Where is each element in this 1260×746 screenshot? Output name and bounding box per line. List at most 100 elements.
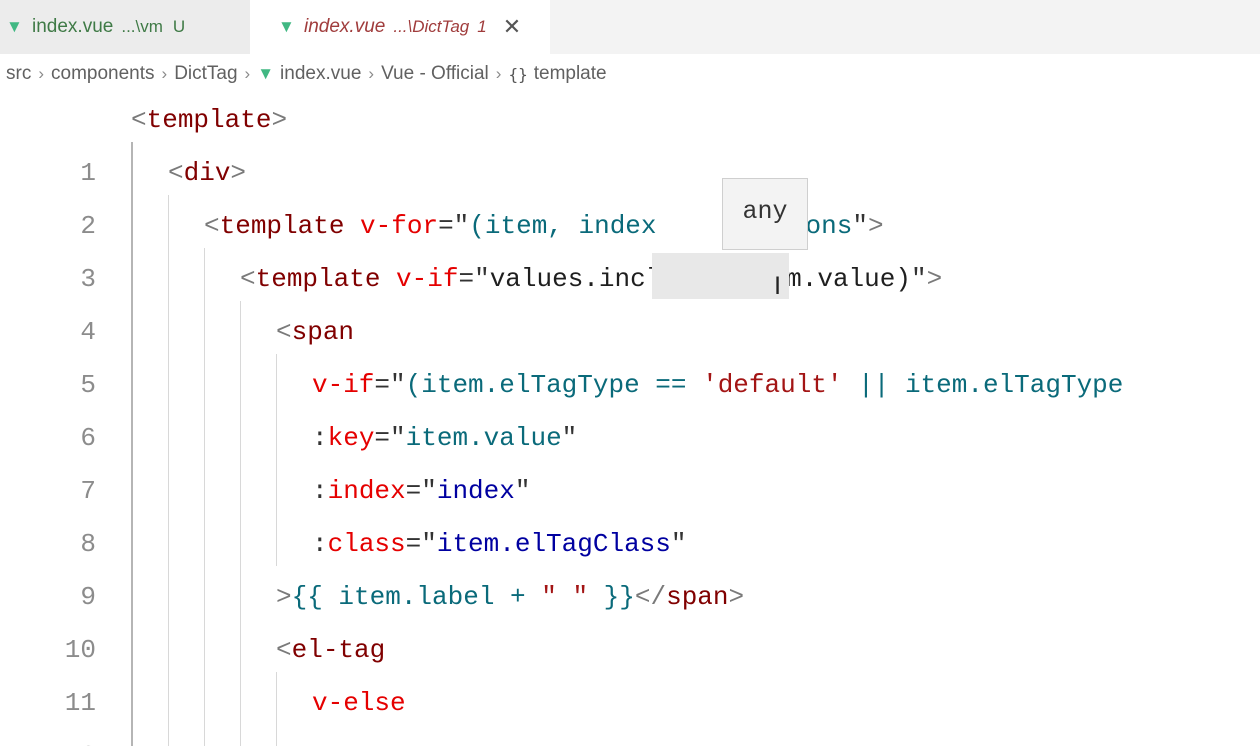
breadcrumb-item-file[interactable]: index.vue (280, 63, 361, 85)
tab-path: ...\DictTag (393, 17, 470, 36)
attr-equals: =" (438, 211, 470, 241)
tab-index-vue-dicttag[interactable]: ▼ index.vue ...\DictTag 1 ✕ (250, 0, 550, 54)
tag-bracket: > (271, 105, 288, 135)
tag-bracket: < (168, 158, 184, 188)
attr-name: index (327, 476, 406, 506)
tag-name: template (255, 264, 381, 294)
code-line[interactable]: 1 <template> (0, 94, 1260, 188)
code-text: <div> (168, 147, 246, 200)
code-line[interactable]: 2 <div> (0, 147, 1260, 241)
tag-bracket: > (728, 582, 745, 612)
tab-problem-badge: 1 (477, 17, 487, 36)
attr-equals: =" (374, 423, 406, 453)
attr-expression: index (436, 476, 515, 506)
tab-index-vue-vm[interactable]: ▼ index.vue ...\vm U (0, 0, 250, 54)
chevron-right-icon: › (244, 64, 251, 83)
breadcrumb-item-symbol[interactable]: template (534, 63, 607, 85)
chevron-right-icon: › (495, 64, 502, 83)
code-line[interactable]: 5 <span (0, 306, 1260, 400)
tag-bracket: < (131, 105, 147, 135)
directive-name: v-if (312, 370, 375, 400)
tag-bracket: < (276, 635, 292, 665)
tag-bracket: > (276, 582, 292, 612)
code-line[interactable]: 11 <el-tag (0, 624, 1260, 718)
directive-name: v-for (360, 211, 439, 241)
line-number: 12 (0, 730, 96, 746)
breadcrumb-item-dicttag[interactable]: DictTag (174, 63, 237, 85)
interpolation: {{ item.label + (291, 582, 542, 612)
interpolation: }} (588, 582, 635, 612)
attr-name: class (327, 529, 406, 559)
code-text: :key="item.value" (312, 412, 577, 465)
bind-prefix: : (312, 423, 328, 453)
chevron-right-icon: › (161, 64, 168, 83)
type-hover-tooltip: any (722, 178, 808, 250)
bind-prefix: : (312, 476, 328, 506)
code-text: v-else (312, 677, 406, 730)
editor-tab-bar: ▼ index.vue ...\vm U ▼ index.vue ...\Dic… (0, 0, 1260, 55)
string-literal: " " (541, 582, 589, 612)
code-editor[interactable]: 1 <template> 2 <div> 3 <template v-for="… (0, 94, 1260, 746)
tag-bracket: </ (634, 582, 667, 612)
attr-quote: " (670, 529, 687, 559)
code-text: :index="index" (312, 465, 530, 518)
tag-name: template (146, 105, 272, 135)
code-text: <template v-if="values.includes(item.val… (240, 253, 942, 306)
tab-label: index.vue (304, 16, 386, 37)
attr-equals: =" (405, 476, 437, 506)
attr-equals: =" (458, 264, 490, 294)
tag-name: span (666, 582, 729, 612)
chevron-right-icon: › (38, 64, 44, 83)
breadcrumb-item-components[interactable]: components (51, 63, 155, 85)
attr-expression: item.value (405, 423, 562, 453)
directive-name: v-if (396, 264, 459, 294)
tag-name: div (183, 158, 231, 188)
tag-bracket: > (867, 211, 884, 241)
attr-equals: =" (405, 529, 437, 559)
chevron-right-icon: › (368, 64, 375, 83)
braces-icon: {} (508, 64, 528, 84)
code-text: <template> (131, 94, 287, 147)
tab-path: ...\vm (121, 17, 163, 36)
tag-name: el-tag (291, 635, 386, 665)
code-line[interactable]: 12 v-else (0, 677, 1260, 746)
attr-quote: " (852, 211, 868, 241)
tag-name: template (219, 211, 345, 241)
code-line[interactable]: 7 :key="item.value" (0, 412, 1260, 506)
vue-file-icon: ▼ (257, 64, 275, 83)
code-text: >{{ item.label + " " }}</span> (276, 571, 744, 624)
code-line[interactable]: 6 v-if="(item.elTagType == 'default' || … (0, 359, 1260, 453)
attr-expression: || item.elTagType (842, 370, 1124, 400)
code-line[interactable]: 8 :index="index" (0, 465, 1260, 559)
code-text: v-if="(item.elTagType == 'default' || it… (312, 359, 1123, 412)
attr-quote: " (910, 264, 927, 294)
tab-status-badge: U (172, 17, 186, 36)
breadcrumb-item-language[interactable]: Vue - Official (381, 63, 489, 85)
attr-expression: item.elTagClass (436, 529, 671, 559)
breadcrumb: src › components › DictTag › ▼ index.vue… (0, 54, 1260, 94)
tag-bracket: < (204, 211, 220, 241)
attr-expression: (item.elTagType == (405, 370, 703, 400)
breadcrumb-item-src[interactable]: src (6, 63, 31, 85)
attr-name: key (327, 423, 375, 453)
tag-bracket: > (230, 158, 247, 188)
attr-quote: " (561, 423, 578, 453)
code-text: <el-tag (276, 624, 385, 677)
code-text: :class="item.elTagClass" (312, 518, 687, 571)
tag-name: span (291, 317, 355, 347)
tag-bracket: > (926, 264, 943, 294)
attr-expression: (item, index (469, 211, 657, 241)
tag-bracket: < (276, 317, 292, 347)
code-line[interactable]: 10 >{{ item.label + " " }}</span> (0, 571, 1260, 665)
word-highlight (652, 253, 789, 299)
vue-file-icon: ▼ (278, 17, 295, 36)
close-icon[interactable]: ✕ (503, 14, 521, 40)
code-line[interactable]: 4 <template v-if="values.includes(item.v… (0, 253, 1260, 347)
code-line[interactable]: 3 <template v-for="(item, index options"… (0, 200, 1260, 294)
code-line[interactable]: 9 :class="item.elTagClass" (0, 518, 1260, 612)
tab-label: index.vue (32, 16, 114, 37)
attr-quote: " (514, 476, 531, 506)
directive-name: v-else (312, 688, 406, 718)
